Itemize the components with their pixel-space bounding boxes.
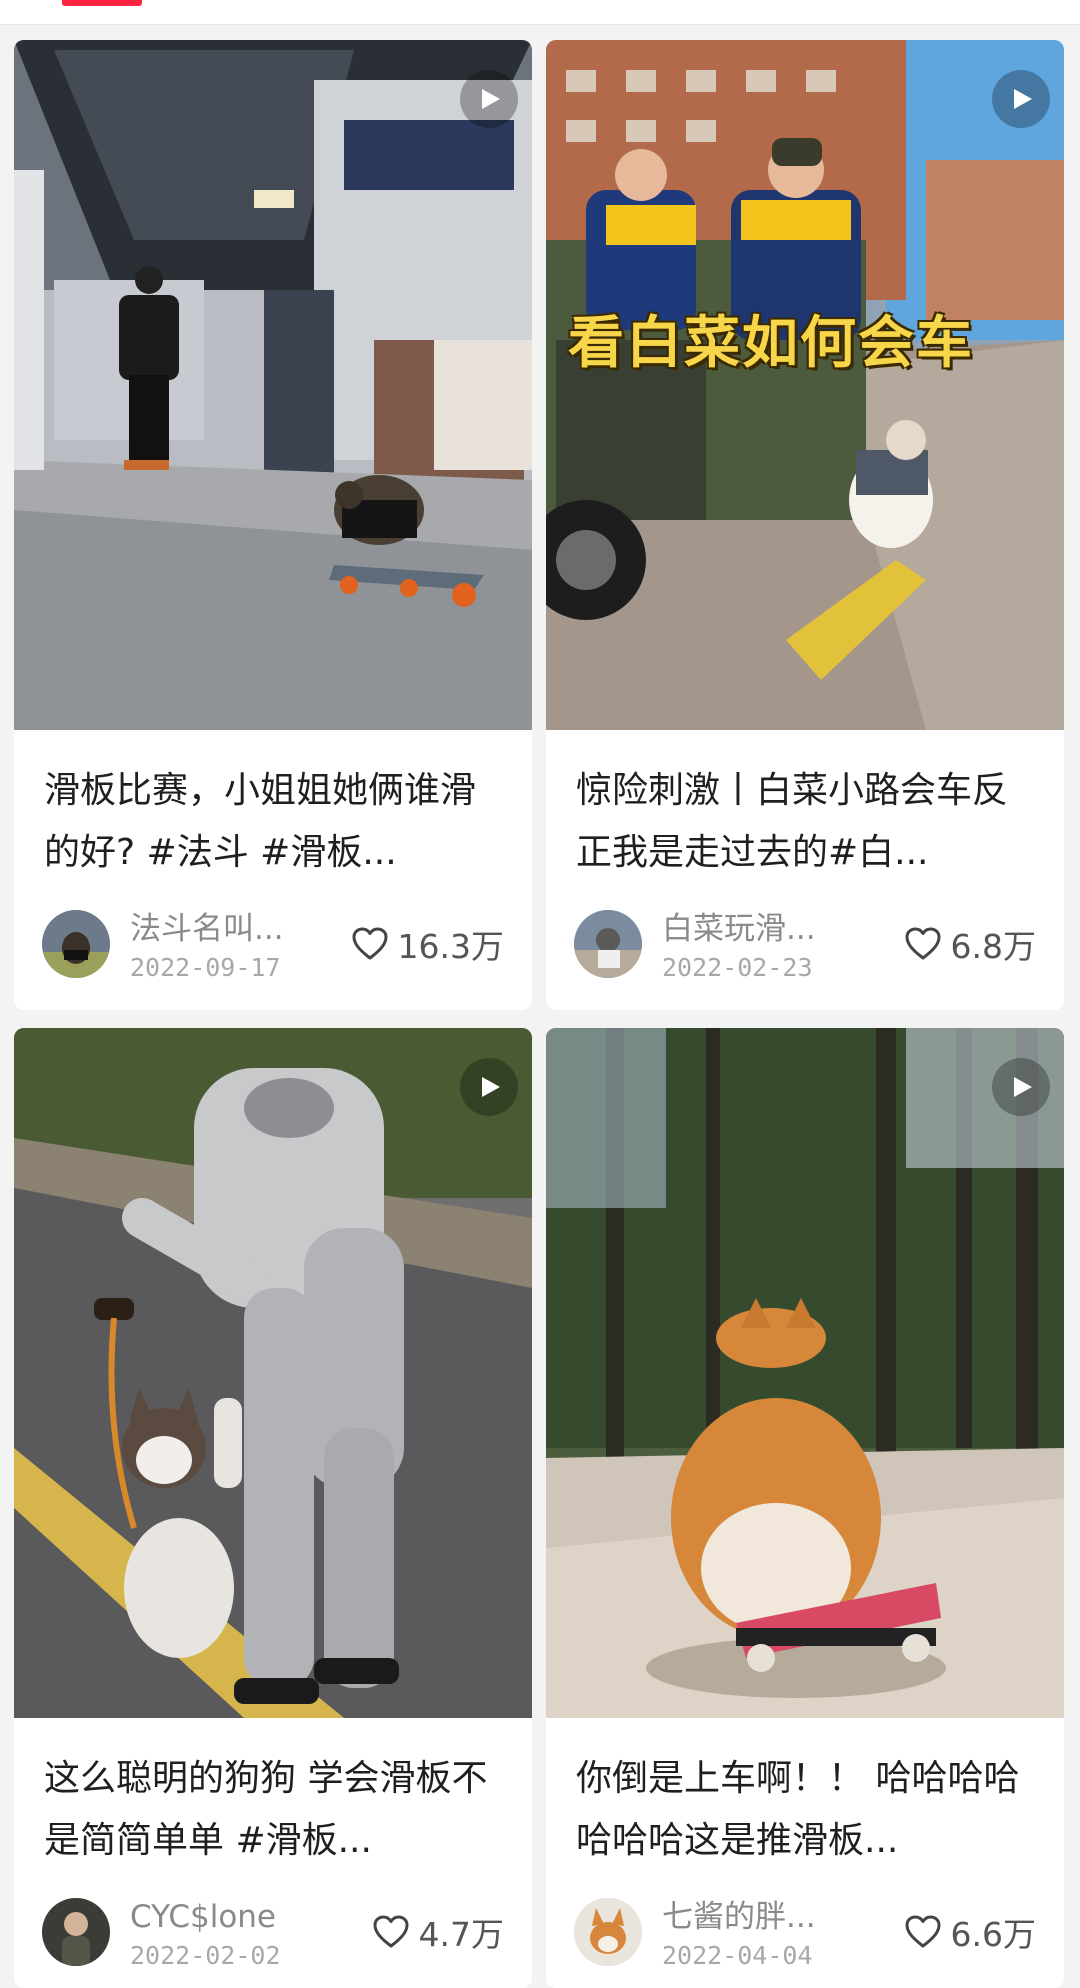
author-avatar[interactable] (42, 1898, 110, 1966)
author-avatar[interactable] (574, 910, 642, 978)
author-name[interactable]: CYC$lone (130, 1898, 320, 1936)
author-avatar[interactable] (42, 910, 110, 978)
like-button[interactable]: 6.8万 (903, 920, 1036, 968)
play-icon (482, 1077, 500, 1097)
play-icon (482, 89, 500, 109)
like-count: 16.3万 (397, 927, 504, 966)
feed-card[interactable]: 滑板比赛，小姐姐她俩谁滑的好? #法斗 #滑板... 法斗名叫... 2022-… (14, 40, 532, 1010)
author-avatar[interactable] (574, 1898, 642, 1966)
play-badge (992, 70, 1050, 128)
like-count: 6.8万 (950, 927, 1036, 966)
video-thumbnail[interactable] (546, 1028, 1064, 1718)
skateboarding-dog-mall-image (14, 40, 532, 730)
author-name[interactable]: 白菜玩滑... (662, 910, 852, 948)
post-title[interactable]: 滑板比赛，小姐姐她俩谁滑的好? #法斗 #滑板... (44, 760, 510, 884)
heart-outline-icon (905, 927, 941, 960)
like-count: 6.6万 (950, 1915, 1036, 1954)
heart-outline-icon (373, 1915, 409, 1948)
husky-pup-high-five-image (14, 1028, 532, 1718)
feed-card[interactable]: 看白菜如何会车 惊险刺激丨白菜小路会车反正我是走过去的#白... 白菜玩滑...… (546, 40, 1064, 1010)
like-button[interactable]: 16.3万 (350, 920, 504, 968)
play-icon (1014, 89, 1032, 109)
author-name[interactable]: 法斗名叫... (130, 910, 320, 948)
post-date: 2022-02-23 (662, 953, 813, 982)
play-badge (992, 1058, 1050, 1116)
post-date: 2022-09-17 (130, 953, 281, 982)
play-icon (1014, 1077, 1032, 1097)
video-thumbnail[interactable]: 看白菜如何会车 (546, 40, 1064, 730)
dog-skateboard-tricycle-image (546, 40, 1064, 730)
video-thumbnail[interactable] (14, 40, 532, 730)
like-count: 4.7万 (418, 1915, 504, 1954)
top-bar (0, 0, 1080, 25)
feed-card[interactable]: 你倒是上车啊！！ 哈哈哈哈哈哈哈这是推滑板... 七酱的胖... 2022-04… (546, 1028, 1064, 1988)
author-name[interactable]: 七酱的胖... (662, 1898, 852, 1936)
post-title[interactable]: 这么聪明的狗狗 学会滑板不是简简单单 #滑板... (44, 1748, 510, 1872)
post-date: 2022-02-02 (130, 1941, 281, 1970)
dog-avatar (574, 910, 642, 978)
active-tab-indicator (62, 0, 142, 6)
like-button[interactable]: 6.6万 (903, 1908, 1036, 1956)
feed-card[interactable]: 这么聪明的狗狗 学会滑板不是简简单单 #滑板... CYC$lone 2022-… (14, 1028, 532, 1988)
video-thumbnail[interactable] (14, 1028, 532, 1718)
corgi-on-skateboard-image (546, 1028, 1064, 1718)
heart-outline-icon (352, 927, 388, 960)
person-avatar (42, 1898, 110, 1966)
play-badge (460, 70, 518, 128)
post-date: 2022-04-04 (662, 1941, 813, 1970)
corgi-avatar (574, 1898, 642, 1966)
play-badge (460, 1058, 518, 1116)
thumbnail-caption: 看白菜如何会车 (568, 311, 974, 376)
post-title[interactable]: 你倒是上车啊！！ 哈哈哈哈哈哈哈这是推滑板... (576, 1748, 1042, 1872)
post-title[interactable]: 惊险刺激丨白菜小路会车反正我是走过去的#白... (576, 760, 1042, 884)
like-button[interactable]: 4.7万 (371, 1908, 504, 1956)
heart-outline-icon (905, 1915, 941, 1948)
dog-avatar (42, 910, 110, 978)
